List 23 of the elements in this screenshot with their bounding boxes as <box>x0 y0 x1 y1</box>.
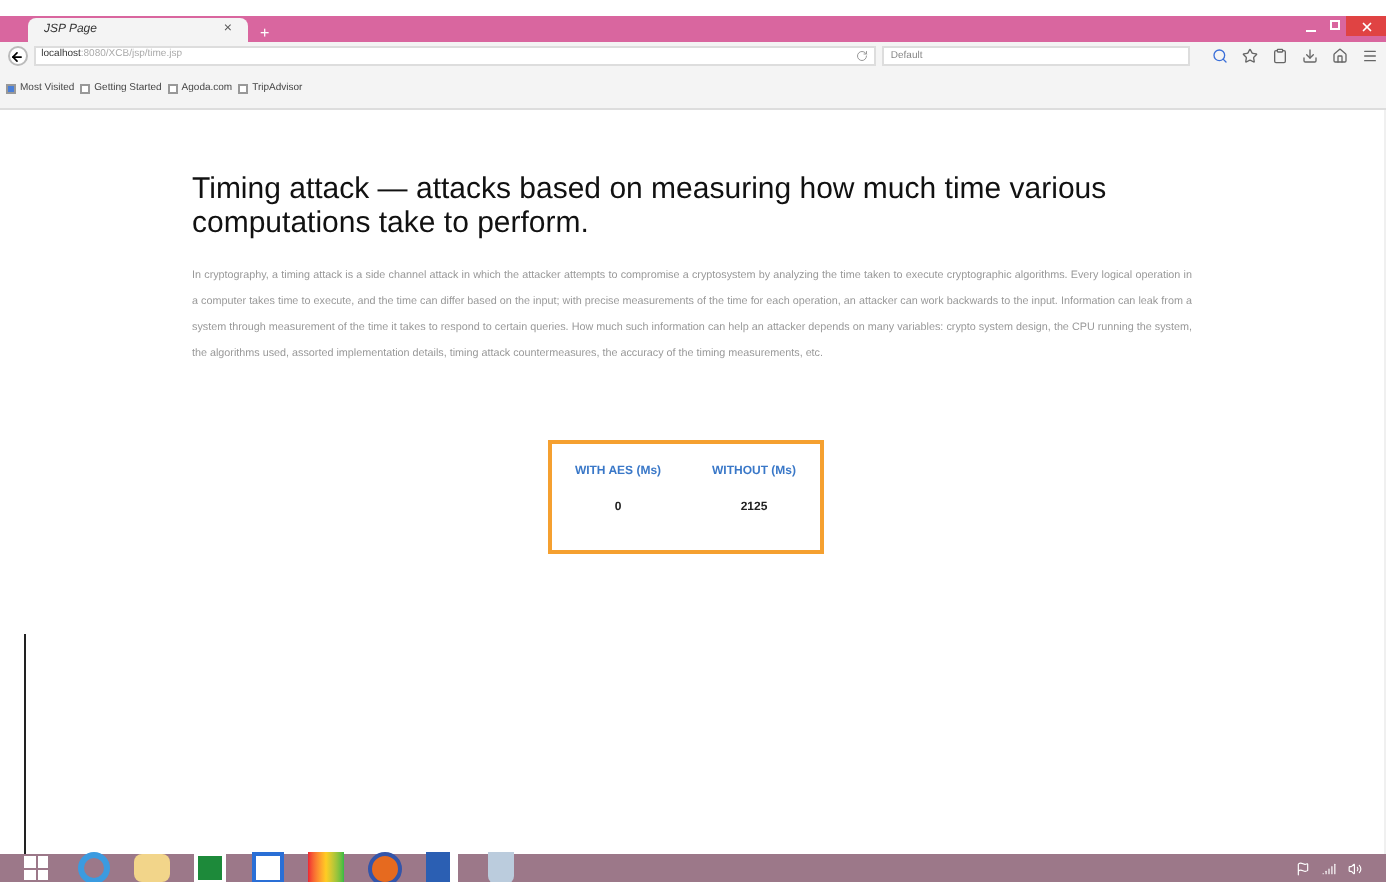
page-heading: Timing attack — attacks based on measuring how much time various computations take to perform. <box>192 172 1109 240</box>
folder-icon[interactable] <box>134 854 170 882</box>
bin-icon[interactable] <box>487 852 513 882</box>
clipboard-icon[interactable] <box>1271 48 1288 64</box>
close-button[interactable] <box>1346 16 1386 36</box>
document-icon[interactable] <box>426 852 458 882</box>
menu-icon[interactable] <box>1361 48 1378 64</box>
windows-icon[interactable] <box>24 856 48 880</box>
reload-icon[interactable] <box>856 50 869 62</box>
back-button[interactable] <box>8 46 28 66</box>
globe-icon[interactable] <box>78 852 110 882</box>
search-icon[interactable] <box>1211 48 1228 64</box>
speaker-icon[interactable] <box>1348 861 1362 875</box>
home-icon[interactable] <box>1331 48 1348 64</box>
tiles-icon[interactable] <box>308 852 344 882</box>
flag-icon[interactable] <box>1296 861 1310 875</box>
close-icon <box>1359 19 1373 33</box>
signal-icon[interactable] <box>1322 861 1336 875</box>
arrow-left-icon <box>10 49 25 63</box>
download-icon[interactable] <box>1301 48 1318 64</box>
star-icon[interactable] <box>1241 48 1258 64</box>
box-icon[interactable] <box>252 852 284 882</box>
fox-icon[interactable] <box>367 851 401 882</box>
